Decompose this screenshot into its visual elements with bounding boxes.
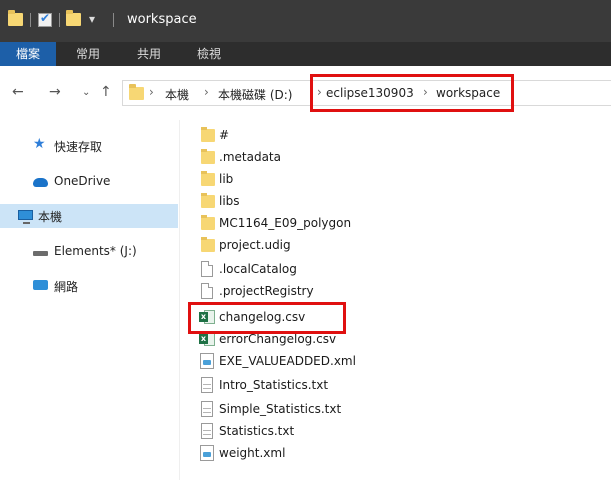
separator [59, 13, 60, 27]
recent-locations-chevron-icon[interactable]: ⌄ [82, 87, 90, 98]
separator [30, 13, 31, 27]
sidebar-item-label: Elements* (J:) [54, 244, 137, 258]
window-title: workspace [127, 12, 197, 27]
file-name: .projectRegistry [219, 284, 314, 298]
sidebar-item-label: 本機 [38, 210, 63, 224]
text-file-icon [201, 401, 213, 417]
forward-icon[interactable]: → [49, 84, 61, 100]
list-item[interactable]: .localCatalog [195, 260, 495, 280]
file-name: EXE_VALUEADDED.xml [219, 354, 356, 368]
drive-icon [33, 251, 48, 256]
file-name: errorChangelog.csv [219, 332, 337, 346]
folder-icon [8, 10, 23, 26]
blank-file-icon [201, 283, 213, 299]
tab-view[interactable]: 檢視 [185, 42, 233, 66]
list-item[interactable]: lib [195, 170, 495, 190]
sidebar-item-label: 快速存取 [54, 140, 103, 154]
ribbon-tabs: 檔案 常用 共用 檢視 [0, 42, 611, 66]
list-item[interactable]: libs [195, 192, 495, 212]
file-name: lib [219, 172, 234, 186]
xml-file-icon [200, 445, 214, 461]
back-icon[interactable]: ← [12, 84, 24, 100]
file-name: Simple_Statistics.txt [219, 402, 342, 416]
tab-share[interactable]: 共用 [125, 42, 173, 66]
star-icon: ★ [33, 136, 46, 152]
network-icon [33, 280, 48, 290]
sidebar-item-label: 網路 [54, 280, 79, 294]
folder-icon [201, 237, 215, 252]
sidebar-item-label: OneDrive [54, 174, 111, 188]
up-icon[interactable]: ↑ [100, 84, 112, 100]
list-item[interactable]: EXE_VALUEADDED.xml [195, 352, 495, 372]
cloud-icon [33, 178, 48, 187]
list-item[interactable]: project.udig [195, 236, 495, 256]
folder-icon [201, 127, 215, 142]
list-item[interactable]: .projectRegistry [195, 282, 495, 302]
text-file-icon [201, 423, 213, 439]
quick-access-dropdown-icon[interactable]: ▾ [89, 12, 95, 26]
sidebar-item-elements-drive[interactable]: Elements* (J:) [0, 240, 178, 264]
file-name: .localCatalog [219, 262, 297, 276]
list-item[interactable]: Statistics.txt [195, 422, 495, 442]
folder-icon [201, 149, 215, 164]
file-name: libs [219, 194, 240, 208]
sidebar-item-this-pc[interactable]: 本機 [0, 204, 178, 228]
tab-file[interactable]: 檔案 [0, 42, 56, 66]
file-name: # [219, 128, 230, 142]
file-name: MC1164_E09_polygon [219, 216, 352, 230]
file-name: project.udig [219, 238, 291, 252]
file-name: Intro_Statistics.txt [219, 378, 329, 392]
list-item[interactable]: weight.xml [195, 444, 495, 464]
sidebar-item-quick-access[interactable]: ★ 快速存取 [0, 134, 178, 158]
navigation-bar: ← → ⌄ ↑ › 本機 › 本機磁碟 (D:) › eclipse130903… [0, 66, 611, 120]
highlight-box-path [310, 74, 514, 112]
blank-file-icon [201, 261, 213, 277]
breadcrumb-local-disk-d[interactable]: 本機磁碟 (D:) [218, 86, 292, 103]
breadcrumb-this-pc[interactable]: 本機 [165, 86, 189, 103]
chevron-right-icon[interactable]: › [204, 85, 209, 99]
list-item[interactable]: .metadata [195, 148, 495, 168]
file-name: Statistics.txt [219, 424, 295, 438]
folder-icon [129, 84, 144, 100]
file-name: weight.xml [219, 446, 286, 460]
title-bar: ▾ workspace [0, 0, 611, 42]
file-name: .metadata [219, 150, 281, 164]
file-list: # .metadata lib libs MC1164_E09_polygon … [181, 120, 611, 480]
properties-check-icon[interactable] [38, 11, 52, 27]
tab-home[interactable]: 常用 [64, 42, 112, 66]
highlight-box-changelog [188, 302, 346, 334]
navigation-pane: ★ 快速存取 OneDrive 本機 Elements* (J:) 網路 [0, 120, 180, 480]
sidebar-item-network[interactable]: 網路 [0, 274, 178, 298]
folder-icon [201, 193, 215, 208]
chevron-right-icon[interactable]: › [149, 85, 154, 99]
new-folder-icon[interactable] [66, 10, 81, 26]
text-file-icon [201, 377, 213, 393]
folder-icon [201, 215, 215, 230]
computer-icon [18, 210, 33, 224]
xml-file-icon [200, 353, 214, 369]
list-item[interactable]: MC1164_E09_polygon [195, 214, 495, 234]
list-item[interactable]: Simple_Statistics.txt [195, 400, 495, 420]
list-item[interactable]: Intro_Statistics.txt [195, 376, 495, 396]
folder-icon [201, 171, 215, 186]
list-item[interactable]: # [195, 126, 495, 146]
separator [113, 13, 114, 27]
sidebar-item-onedrive[interactable]: OneDrive [0, 170, 178, 194]
